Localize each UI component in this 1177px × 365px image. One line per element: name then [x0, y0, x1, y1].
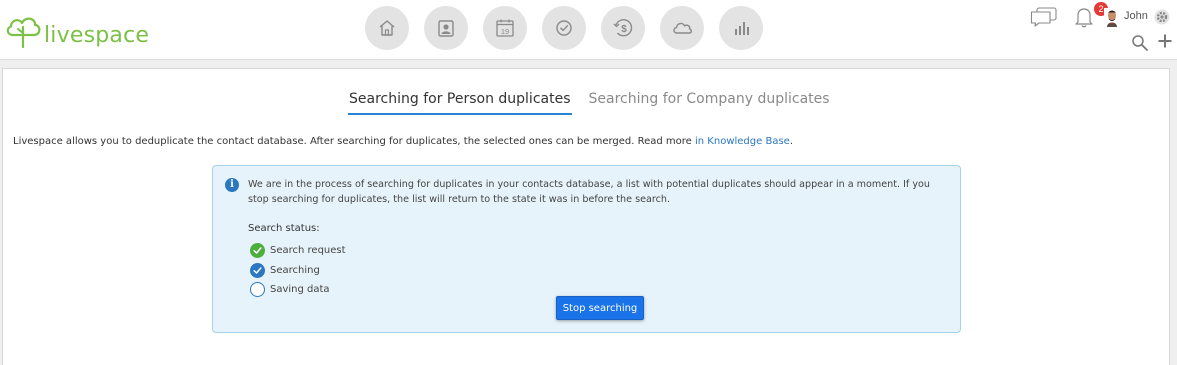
- nav-cloud-button[interactable]: [660, 6, 704, 50]
- status-item-saving-data: Saving data: [250, 280, 346, 300]
- deduplication-panel: Searching for Person duplicates Searchin…: [2, 68, 1170, 365]
- stop-searching-button[interactable]: Stop searching: [556, 296, 644, 320]
- tab-person-duplicates[interactable]: Searching for Person duplicates: [348, 91, 572, 115]
- search-status-list: Search request Searching Saving data: [250, 241, 346, 300]
- home-icon: [379, 20, 395, 36]
- nav-contacts-button[interactable]: [424, 6, 468, 50]
- nav-home-button[interactable]: [365, 6, 409, 50]
- search-status-title: Search status:: [248, 223, 320, 234]
- info-icon: i: [225, 178, 239, 192]
- tab-company-duplicates[interactable]: Searching for Company duplicates: [588, 91, 831, 115]
- status-item-searching: Searching: [250, 261, 346, 281]
- nav-calendar-button[interactable]: 19: [483, 6, 527, 50]
- search-info-box: i We are in the process of searching for…: [212, 165, 961, 333]
- reports-icon: [735, 22, 749, 35]
- avatar[interactable]: [1104, 8, 1120, 27]
- intro-suffix: .: [789, 136, 793, 147]
- status-item-search-request: Search request: [250, 241, 346, 261]
- bell-icon[interactable]: [1074, 6, 1094, 28]
- knowledge-base-link[interactable]: in Knowledge Base: [695, 136, 790, 147]
- nav-reports-button[interactable]: [719, 6, 763, 50]
- status-label: Search request: [270, 245, 346, 257]
- plus-icon[interactable]: [1157, 33, 1173, 49]
- svg-text:$: $: [621, 24, 627, 35]
- nav-deals-button[interactable]: $: [601, 6, 645, 50]
- check-done-icon: [250, 243, 265, 259]
- cloud-tree-logo-icon: [6, 17, 41, 49]
- tasks-icon: [556, 20, 572, 36]
- status-label: Saving data: [270, 284, 330, 296]
- intro-text: Livespace allows you to deduplicate the …: [13, 136, 793, 147]
- info-message: We are in the process of searching for d…: [248, 179, 930, 205]
- calendar-day: 19: [501, 27, 509, 36]
- top-bar: livespace 19 $ 2 John: [0, 0, 1177, 60]
- search-icon[interactable]: [1131, 34, 1149, 52]
- calendar-icon: 19: [496, 19, 514, 37]
- check-progress-icon: [250, 262, 265, 278]
- livespace-logo[interactable]: livespace: [4, 9, 149, 49]
- gear-icon[interactable]: [1154, 9, 1170, 25]
- logo-text: livespace: [44, 23, 150, 48]
- duplicate-tabs: Searching for Person duplicates Searchin…: [348, 91, 831, 115]
- status-label: Searching: [270, 264, 320, 276]
- chat-icon[interactable]: [1030, 7, 1058, 27]
- intro-description: Livespace allows you to deduplicate the …: [13, 136, 696, 147]
- header-tools: 2 John: [1017, 0, 1177, 60]
- cloud-icon: [673, 22, 693, 34]
- user-name[interactable]: John: [1124, 10, 1148, 22]
- circle-pending-icon: [250, 282, 265, 298]
- contacts-icon: [438, 20, 454, 37]
- nav-tasks-button[interactable]: [542, 6, 586, 50]
- main-nav: 19 $: [365, 6, 763, 50]
- deals-icon: $: [613, 19, 633, 37]
- user-avatar-icon: [1104, 8, 1120, 27]
